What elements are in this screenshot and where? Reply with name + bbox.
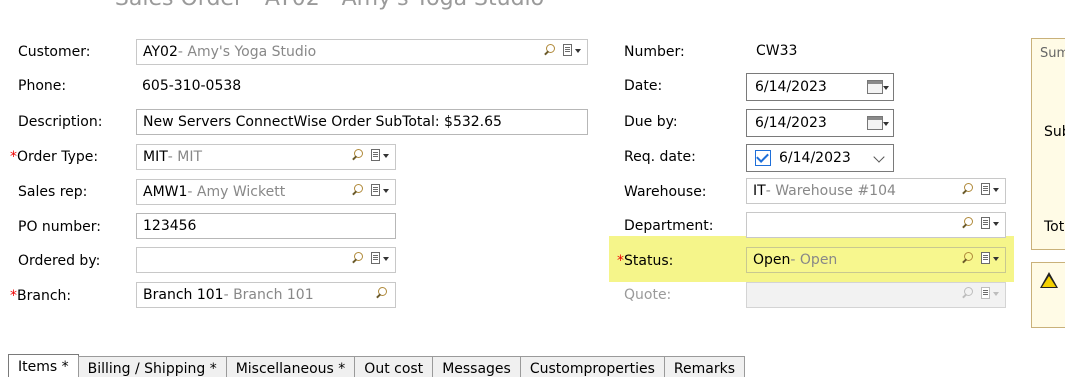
order-type-label: *Order Type: xyxy=(10,149,99,165)
quote-field xyxy=(746,282,1006,308)
number-value: CW33 xyxy=(756,43,798,59)
number-label: Number: xyxy=(624,44,685,60)
ordered-by-field[interactable] xyxy=(136,247,396,273)
summary-label: Sum xyxy=(1040,46,1065,61)
calendar-icon[interactable] xyxy=(867,116,883,130)
contact-search-icon[interactable] xyxy=(350,251,365,266)
due-by-picker[interactable]: 6/14/2023 xyxy=(746,109,894,137)
quote-label: Quote: xyxy=(624,287,672,303)
req-date-label: Req. date: xyxy=(624,149,696,165)
due-by-label: Due by: xyxy=(624,114,678,130)
branch-label: *Branch: xyxy=(10,288,72,304)
req-date-value: 6/14/2023 xyxy=(779,150,851,166)
description-value: New Servers ConnectWise Order SubTotal: … xyxy=(143,114,502,130)
warehouse-desc: - Warehouse #104 xyxy=(765,183,896,199)
po-number-value: 123456 xyxy=(143,218,197,234)
dropdown-icon[interactable] xyxy=(981,216,999,231)
warehouse-field[interactable]: IT - Warehouse #104 xyxy=(746,178,1006,204)
tab-customproperties[interactable]: Customproperties xyxy=(519,356,665,377)
search-icon xyxy=(960,286,975,301)
sales-rep-label: Sales rep: xyxy=(18,184,88,200)
chevron-down-icon[interactable] xyxy=(873,151,885,163)
subtotal-label: Sub xyxy=(1044,124,1065,140)
search-icon[interactable] xyxy=(350,183,365,198)
search-icon[interactable] xyxy=(960,182,975,197)
dropdown-icon[interactable] xyxy=(981,182,999,197)
req-date-picker[interactable]: 6/14/2023 xyxy=(746,144,894,172)
status-label: *Status: xyxy=(617,253,674,269)
tab-items[interactable]: Items * xyxy=(8,354,79,377)
sales-rep-field[interactable]: AMW1 - Amy Wickett xyxy=(136,179,396,205)
order-type-desc: - MIT xyxy=(167,149,203,165)
date-picker[interactable]: 6/14/2023 xyxy=(746,73,894,101)
tab-messages[interactable]: Messages xyxy=(432,356,521,377)
dropdown-icon xyxy=(981,286,999,301)
branch-field[interactable]: Branch 101 - Branch 101 xyxy=(136,282,396,308)
status-desc: - Open xyxy=(790,252,838,268)
req-date-checkbox[interactable] xyxy=(755,150,771,166)
date-value: 6/14/2023 xyxy=(755,79,827,95)
sales-order-form: - Sales Order - AY02 - Amy's Yoga Studio… xyxy=(0,0,1065,377)
tab-remarks[interactable]: Remarks xyxy=(663,356,746,377)
dropdown-icon[interactable] xyxy=(563,43,581,58)
customer-label: Customer: xyxy=(18,44,91,60)
sales-rep-code: AMW1 xyxy=(143,184,188,200)
order-type-field[interactable]: MIT - MIT xyxy=(136,144,396,170)
search-icon[interactable] xyxy=(350,148,365,163)
phone-label: Phone: xyxy=(18,78,67,94)
search-icon[interactable] xyxy=(960,216,975,231)
phone-value: 605-310-0538 xyxy=(142,78,242,94)
tab-miscellaneous[interactable]: Miscellaneous * xyxy=(225,356,356,377)
status-code: Open xyxy=(753,252,791,268)
po-number-input[interactable]: 123456 xyxy=(136,213,396,239)
search-icon[interactable] xyxy=(542,43,557,58)
status-field[interactable]: Open - Open xyxy=(746,247,1006,273)
window-title: - Sales Order - AY02 - Amy's Yoga Studio xyxy=(100,0,544,11)
customer-desc: - Amy's Yoga Studio xyxy=(177,44,317,60)
po-number-label: PO number: xyxy=(18,219,102,235)
dropdown-icon[interactable] xyxy=(981,251,999,266)
dropdown-icon[interactable] xyxy=(371,148,389,163)
warehouse-code: IT xyxy=(753,183,766,199)
order-type-code: MIT xyxy=(143,149,168,165)
date-label: Date: xyxy=(624,78,663,94)
department-field[interactable] xyxy=(746,212,1006,238)
dropdown-icon[interactable] xyxy=(371,251,389,266)
tab-out-cost[interactable]: Out cost xyxy=(354,356,434,377)
calendar-icon[interactable] xyxy=(867,80,883,94)
customer-code: AY02 xyxy=(143,44,178,60)
description-input[interactable]: New Servers ConnectWise Order SubTotal: … xyxy=(136,109,588,135)
branch-desc: - Branch 101 xyxy=(223,287,314,303)
ordered-by-label: Ordered by: xyxy=(18,253,101,269)
tab-strip: Items * Billing / Shipping * Miscellaneo… xyxy=(8,354,746,377)
department-label: Department: xyxy=(624,218,714,234)
tab-billing-shipping[interactable]: Billing / Shipping * xyxy=(77,356,227,377)
due-by-value: 6/14/2023 xyxy=(755,115,827,131)
dropdown-icon[interactable] xyxy=(371,183,389,198)
warehouse-label: Warehouse: xyxy=(624,184,707,200)
search-icon[interactable] xyxy=(374,286,389,301)
sales-rep-desc: - Amy Wickett xyxy=(187,184,286,200)
customer-field[interactable]: AY02 - Amy's Yoga Studio xyxy=(136,39,588,65)
description-label: Description: xyxy=(18,114,103,130)
branch-code: Branch 101 xyxy=(143,287,224,303)
total-label: Tot xyxy=(1044,219,1065,235)
search-icon[interactable] xyxy=(960,251,975,266)
